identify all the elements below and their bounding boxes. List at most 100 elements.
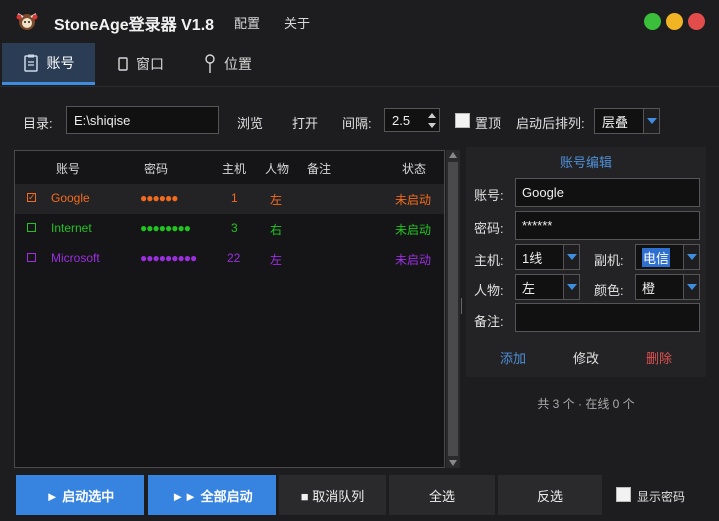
dir-input-value: E:\shiqise [74,112,131,128]
host-select[interactable]: 1线 [515,244,580,270]
interval-value: 2.5 [392,112,411,128]
col-note: 备注 [307,162,332,176]
show-password-label: 显示密码 [637,490,686,504]
row-account: Microsoft [51,251,100,265]
chevron-down-icon [683,275,699,299]
row-account: Google [51,191,90,205]
col-status: 状态 [402,162,427,176]
close-button[interactable] [688,13,705,30]
row-password: ●●●●●●●●● [140,251,197,265]
document-icon [23,54,38,72]
row-host: 22 [227,251,241,265]
app-logo-icon [16,13,38,30]
arrange-value: 层叠 [602,114,629,130]
tab-accounts-label: 账号 [46,54,75,71]
row-status: 未启动 [395,223,432,237]
chevron-down-icon [563,275,579,299]
editor-title: 账号编辑 [559,155,612,170]
delete-button[interactable]: 删除 [646,348,672,367]
start-all-button[interactable]: ►► 全部启动 [148,475,276,515]
open-button[interactable]: 打开 [292,113,318,132]
row-host: 1 [231,191,238,205]
spin-down-button[interactable] [425,120,438,130]
row-checkbox[interactable] [27,223,36,232]
chevron-down-icon [427,122,436,128]
account-label: 账号: [474,188,504,203]
add-button[interactable]: 添加 [500,348,526,367]
color-value: 橙 [642,280,656,296]
color-select[interactable]: 橙 [635,274,700,300]
subhost-select[interactable]: 电信 [635,244,700,270]
character-select[interactable]: 左 [515,274,580,300]
window-icon [118,56,128,71]
row-character: 左 [270,193,283,207]
chevron-up-icon [427,112,436,118]
col-host: 主机 [222,162,247,176]
show-password-checkbox[interactable] [616,487,631,502]
row-status: 未启动 [395,193,432,207]
chevron-down-icon [643,109,659,133]
app-title: StoneAge登录器 V1.8 [54,17,215,34]
row-account: Internet [51,221,92,235]
pin-top-label: 置顶 [475,116,502,131]
color-label: 颜色: [594,283,624,298]
subhost-label: 副机: [594,253,624,268]
spin-up-button[interactable] [425,110,438,120]
subhost-value: 电信 [642,247,671,267]
note-label: 备注: [474,314,504,329]
minimize-button[interactable] [644,13,661,30]
col-account: 账号 [56,162,81,176]
row-checkbox[interactable]: ✓ [27,193,36,202]
account-input-value: Google [522,185,564,200]
row-checkbox[interactable] [27,253,36,262]
menu-about[interactable]: 关于 [284,13,310,32]
table-row[interactable]: Microsoft ●●●●●●●●● 22 左 未启动 [15,244,444,274]
pin-top-checkbox[interactable] [455,113,470,128]
interval-label: 间隔: [342,116,372,131]
row-host: 3 [231,221,238,235]
tab-accounts[interactable]: 账号 [2,43,95,85]
dir-label: 目录: [23,116,53,131]
chevron-down-icon [563,245,579,269]
table-row[interactable]: ✓ Google ●●●●●● 1 左 未启动 [15,184,444,214]
arrange-label: 启动后排列: [516,116,585,131]
password-input[interactable]: ****** [515,211,700,240]
password-input-value: ****** [522,218,553,233]
account-summary: 共 3 个 · 在线 0 个 [537,397,635,411]
row-character: 左 [270,253,283,267]
row-status: 未启动 [395,253,432,267]
browse-button[interactable]: 浏览 [237,113,263,132]
tab-window-label: 窗口 [136,55,164,72]
table-row[interactable]: Internet ●●●●●●●● 3 右 未启动 [15,214,444,244]
tab-window[interactable]: 窗口 [104,43,178,84]
menu-config[interactable]: 配置 [234,13,260,32]
start-selected-button[interactable]: ► 启动选中 [16,475,144,515]
interval-spinbox[interactable]: 2.5 [384,108,440,132]
character-label: 人物: [474,283,504,298]
password-label: 密码: [474,221,504,236]
scroll-thumb[interactable] [448,162,458,456]
maximize-button[interactable] [666,13,683,30]
scroll-up-icon[interactable] [449,152,457,158]
account-input[interactable]: Google [515,178,700,207]
row-password: ●●●●●● [140,191,178,205]
dir-input[interactable]: E:\shiqise [66,106,219,134]
pin-icon [205,53,215,73]
host-value: 1线 [522,250,543,266]
modify-button[interactable]: 修改 [573,348,599,367]
scroll-down-icon[interactable] [449,460,457,466]
row-password: ●●●●●●●● [140,221,191,235]
select-all-button[interactable]: 全选 [389,475,495,515]
col-password: 密码 [144,162,169,176]
host-label: 主机: [474,253,504,268]
col-character: 人物 [265,162,290,176]
arrange-select[interactable]: 层叠 [594,108,660,134]
chevron-down-icon [683,245,699,269]
invert-selection-button[interactable]: 反选 [498,475,602,515]
note-input[interactable] [515,303,700,332]
row-character: 右 [270,223,283,237]
character-value: 左 [522,280,536,296]
tab-position[interactable]: 位置 [190,43,266,84]
cancel-queue-button[interactable]: ■ 取消队列 [279,475,386,515]
table-scrollbar[interactable] [446,150,460,468]
